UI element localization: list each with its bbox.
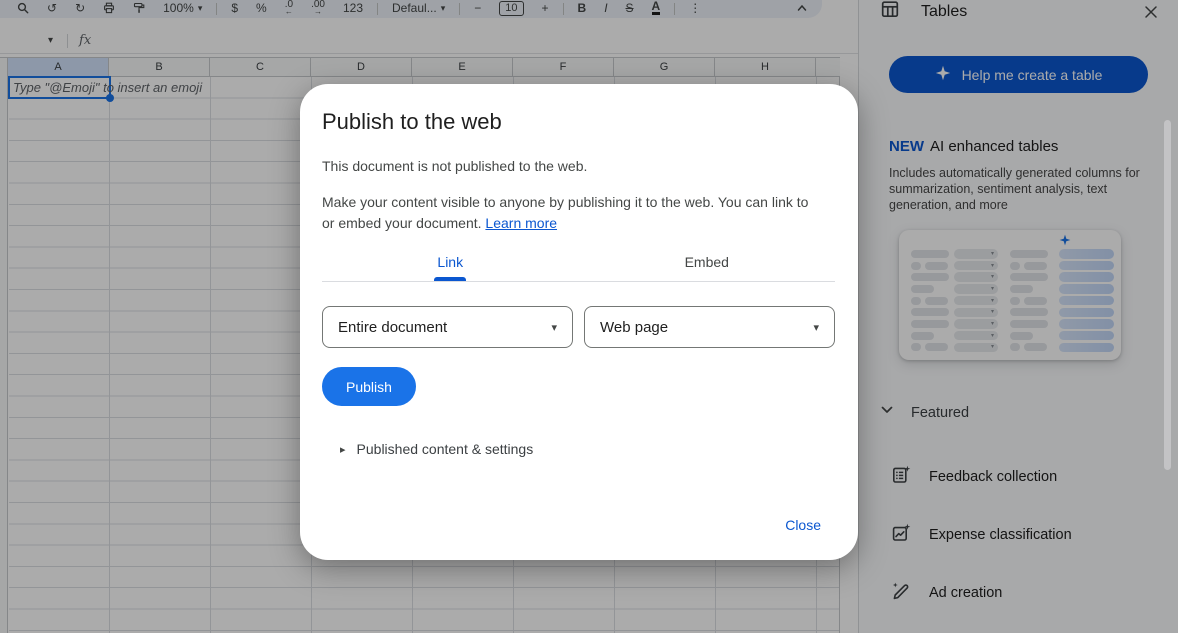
chevron-down-icon: ▾	[813, 321, 819, 334]
tab-embed[interactable]: Embed	[579, 249, 836, 281]
tab-link[interactable]: Link	[322, 249, 579, 281]
learn-more-link[interactable]: Learn more	[485, 215, 557, 231]
format-dropdown[interactable]: Web page ▾	[584, 306, 835, 348]
publish-button[interactable]: Publish	[322, 367, 416, 406]
scope-dropdown[interactable]: Entire document ▾	[322, 306, 573, 348]
publish-description: Make your content visible to anyone by p…	[322, 192, 824, 234]
app-window: ↺ ↻ 100% ▾ $ % .0 ← .00 → 123	[0, 0, 1178, 633]
publish-tabs: Link Embed	[322, 249, 835, 281]
published-content-expander[interactable]: ▸ Published content & settings	[340, 441, 835, 457]
publish-options-row: Entire document ▾ Web page ▾	[322, 306, 835, 348]
expander-arrow-icon: ▸	[340, 443, 346, 456]
panel-scrollbar[interactable]	[1164, 120, 1171, 470]
chevron-down-icon: ▾	[551, 321, 557, 334]
publish-to-web-dialog: Publish to the web This document is not …	[300, 84, 858, 560]
publish-status-text: This document is not published to the we…	[322, 156, 835, 176]
dialog-title: Publish to the web	[322, 108, 835, 136]
tab-divider	[322, 281, 835, 282]
close-dialog-button[interactable]: Close	[785, 517, 821, 533]
